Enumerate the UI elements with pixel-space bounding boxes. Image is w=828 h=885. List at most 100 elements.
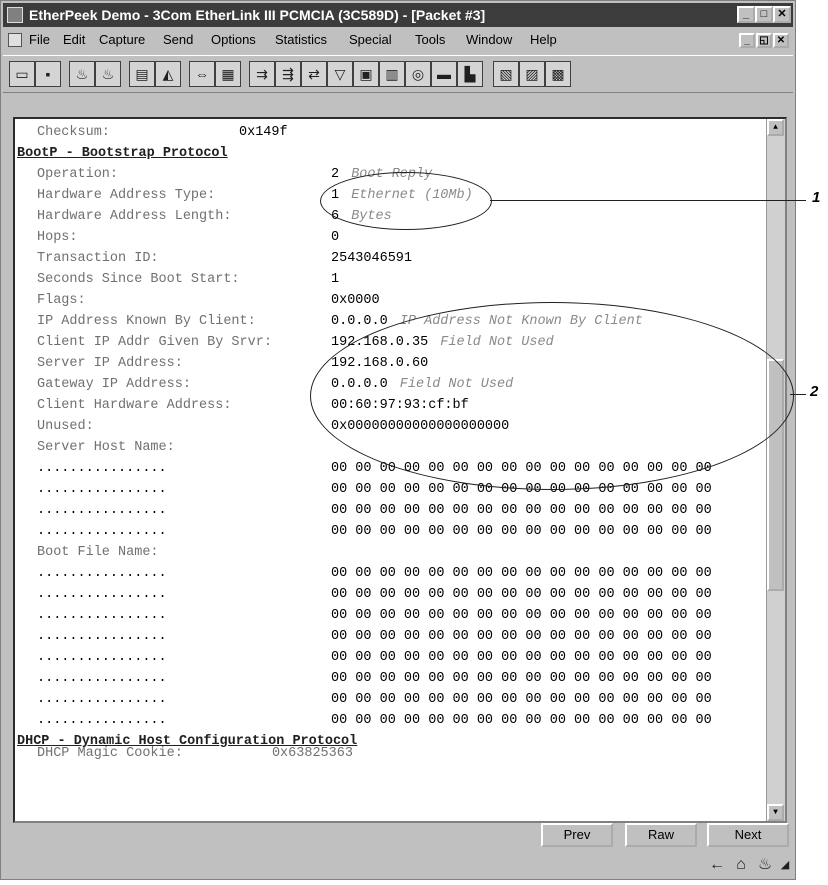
hex-row: 00 00 00 00 00 00 00 00 00 00 00 00 00 0… <box>331 713 712 728</box>
dots-placeholder: ................ <box>37 671 167 686</box>
field-label: Unused: <box>37 419 94 434</box>
menu-special[interactable]: Special <box>349 29 392 51</box>
menu-help[interactable]: Help <box>530 29 557 51</box>
dots-placeholder: ................ <box>37 692 167 707</box>
doc-minimize-button[interactable]: _ <box>739 33 755 48</box>
menu-send[interactable]: Send <box>163 29 193 51</box>
trigger-icon[interactable]: ⇔ <box>189 61 215 87</box>
field-label: Server Host Name: <box>37 440 175 455</box>
window-title: EtherPeek Demo - 3Com EtherLink III PCMC… <box>29 7 486 23</box>
toolbar: ▭ ▪ ♨ ♨ ▤ ◭ ⇔ ▦ ⇉ ⇶ ⇄ ▽ ▣ ▥ ◎ ▬ ▙ ▧ ▨ ▩ <box>3 55 793 93</box>
field-label: Seconds Since Boot Start: <box>37 272 240 287</box>
menu-tools[interactable]: Tools <box>415 29 445 51</box>
maximize-button[interactable]: □ <box>755 6 773 23</box>
node-stats-icon[interactable]: ▣ <box>353 61 379 87</box>
field-label: Operation: <box>37 167 119 182</box>
hex-row: 00 00 00 00 00 00 00 00 00 00 00 00 00 0… <box>331 671 712 686</box>
send-multi-icon[interactable]: ⇶ <box>275 61 301 87</box>
menu-window[interactable]: Window <box>466 29 512 51</box>
doc-close-button[interactable]: ✕ <box>773 33 789 48</box>
prev-button[interactable]: Prev <box>541 823 613 847</box>
dots-placeholder: ................ <box>37 650 167 665</box>
filter-funnel-icon[interactable]: ▽ <box>327 61 353 87</box>
properties-icon[interactable]: ▩ <box>545 61 571 87</box>
menu-file[interactable]: File <box>29 29 50 51</box>
dots-placeholder: ................ <box>37 608 167 623</box>
dots-placeholder: ................ <box>37 713 167 728</box>
field-label: Client IP Addr Given By Srvr: <box>37 335 272 350</box>
dots-placeholder: ................ <box>37 566 167 581</box>
raw-button[interactable]: Raw <box>625 823 697 847</box>
doc-restore-button[interactable]: ◱ <box>756 33 772 48</box>
menu-bar: File Edit Capture Send Options Statistic… <box>3 29 793 51</box>
next-button[interactable]: Next <box>707 823 789 847</box>
document-icon[interactable] <box>8 33 22 47</box>
field-value: 0x149f <box>239 125 288 140</box>
menu-statistics[interactable]: Statistics <box>275 29 327 51</box>
dots-placeholder: ................ <box>37 461 167 476</box>
field-label: Flags: <box>37 293 86 308</box>
title-bar[interactable]: EtherPeek Demo - 3Com EtherLink III PCMC… <box>3 3 793 27</box>
menu-capture[interactable]: Capture <box>99 29 145 51</box>
hex-row: 00 00 00 00 00 00 00 00 00 00 00 00 00 0… <box>331 587 712 602</box>
dashboard-icon[interactable]: ◎ <box>405 61 431 87</box>
menu-edit[interactable]: Edit <box>63 29 85 51</box>
filter-icon[interactable]: ◭ <box>155 61 181 87</box>
protocol-stats-icon[interactable]: ▥ <box>379 61 405 87</box>
callout-leader-1 <box>490 200 806 201</box>
arrow-left-icon: ← <box>709 856 725 873</box>
send-edit-icon[interactable]: ⇄ <box>301 61 327 87</box>
send-icon[interactable]: ⇉ <box>249 61 275 87</box>
field-value: 0x0000 <box>331 293 380 308</box>
field-value: 1 <box>331 272 340 287</box>
dots-placeholder: ................ <box>37 524 167 539</box>
app-icon[interactable] <box>7 7 23 23</box>
status-bar: ← ⌂ ♨ ◢ <box>3 853 793 879</box>
resize-grip-icon: ◢ <box>780 859 790 871</box>
scroll-up-button[interactable]: ▲ <box>767 119 784 136</box>
section-header-bootp: BootP - Bootstrap Protocol <box>17 146 228 161</box>
callout-label-1: 1 <box>812 189 821 206</box>
field-label: Checksum: <box>37 125 110 140</box>
home-icon: ⌂ <box>736 856 746 873</box>
hex-row: 00 00 00 00 00 00 00 00 00 00 00 00 00 0… <box>331 503 712 518</box>
close-button[interactable]: ✕ <box>773 6 791 23</box>
callout-ellipse-2 <box>310 302 794 490</box>
callout-leader-2 <box>790 394 806 395</box>
hex-row: 00 00 00 00 00 00 00 00 00 00 00 00 00 0… <box>331 524 712 539</box>
history-icon[interactable]: ▬ <box>431 61 457 87</box>
field-label: Boot File Name: <box>37 545 159 560</box>
minimize-button[interactable]: _ <box>737 6 755 23</box>
hex-row: 00 00 00 00 00 00 00 00 00 00 00 00 00 0… <box>331 566 712 581</box>
open-icon[interactable]: ▭ <box>9 61 35 87</box>
export-icon[interactable]: ▨ <box>519 61 545 87</box>
dots-placeholder: ................ <box>37 587 167 602</box>
menu-options[interactable]: Options <box>211 29 256 51</box>
field-label: IP Address Known By Client: <box>37 314 256 329</box>
graph-icon[interactable]: ▙ <box>457 61 483 87</box>
view-icon[interactable]: ▤ <box>129 61 155 87</box>
capture-status-icon: ♨ <box>757 856 773 873</box>
field-label: Hardware Address Type: <box>37 188 216 203</box>
hex-row: 00 00 00 00 00 00 00 00 00 00 00 00 00 0… <box>331 692 712 707</box>
save-icon[interactable]: ▪ <box>35 61 61 87</box>
callout-ellipse-1 <box>320 172 492 230</box>
field-value: 0 <box>331 230 340 245</box>
field-value: 2 <box>331 167 340 182</box>
vertical-scrollbar[interactable]: ▲ ▼ <box>766 119 785 821</box>
hex-row: 00 00 00 00 00 00 00 00 00 00 00 00 00 0… <box>331 629 712 644</box>
scroll-down-button[interactable]: ▼ <box>767 804 784 821</box>
field-label: Hops: <box>37 230 78 245</box>
partial-line: DHCP Magic Cookie: 0x63825363 <box>37 746 353 761</box>
dots-placeholder: ................ <box>37 482 167 497</box>
capture-stop-icon[interactable]: ♨ <box>95 61 121 87</box>
field-label: Server IP Address: <box>37 356 183 371</box>
hex-row: 00 00 00 00 00 00 00 00 00 00 00 00 00 0… <box>331 650 712 665</box>
field-label: Client Hardware Address: <box>37 398 232 413</box>
capture-start-icon[interactable]: ♨ <box>69 61 95 87</box>
callout-label-2: 2 <box>810 383 819 400</box>
print-icon[interactable]: ▧ <box>493 61 519 87</box>
packet-list-icon[interactable]: ▦ <box>215 61 241 87</box>
field-value: 2543046591 <box>331 251 413 266</box>
dots-placeholder: ................ <box>37 629 167 644</box>
